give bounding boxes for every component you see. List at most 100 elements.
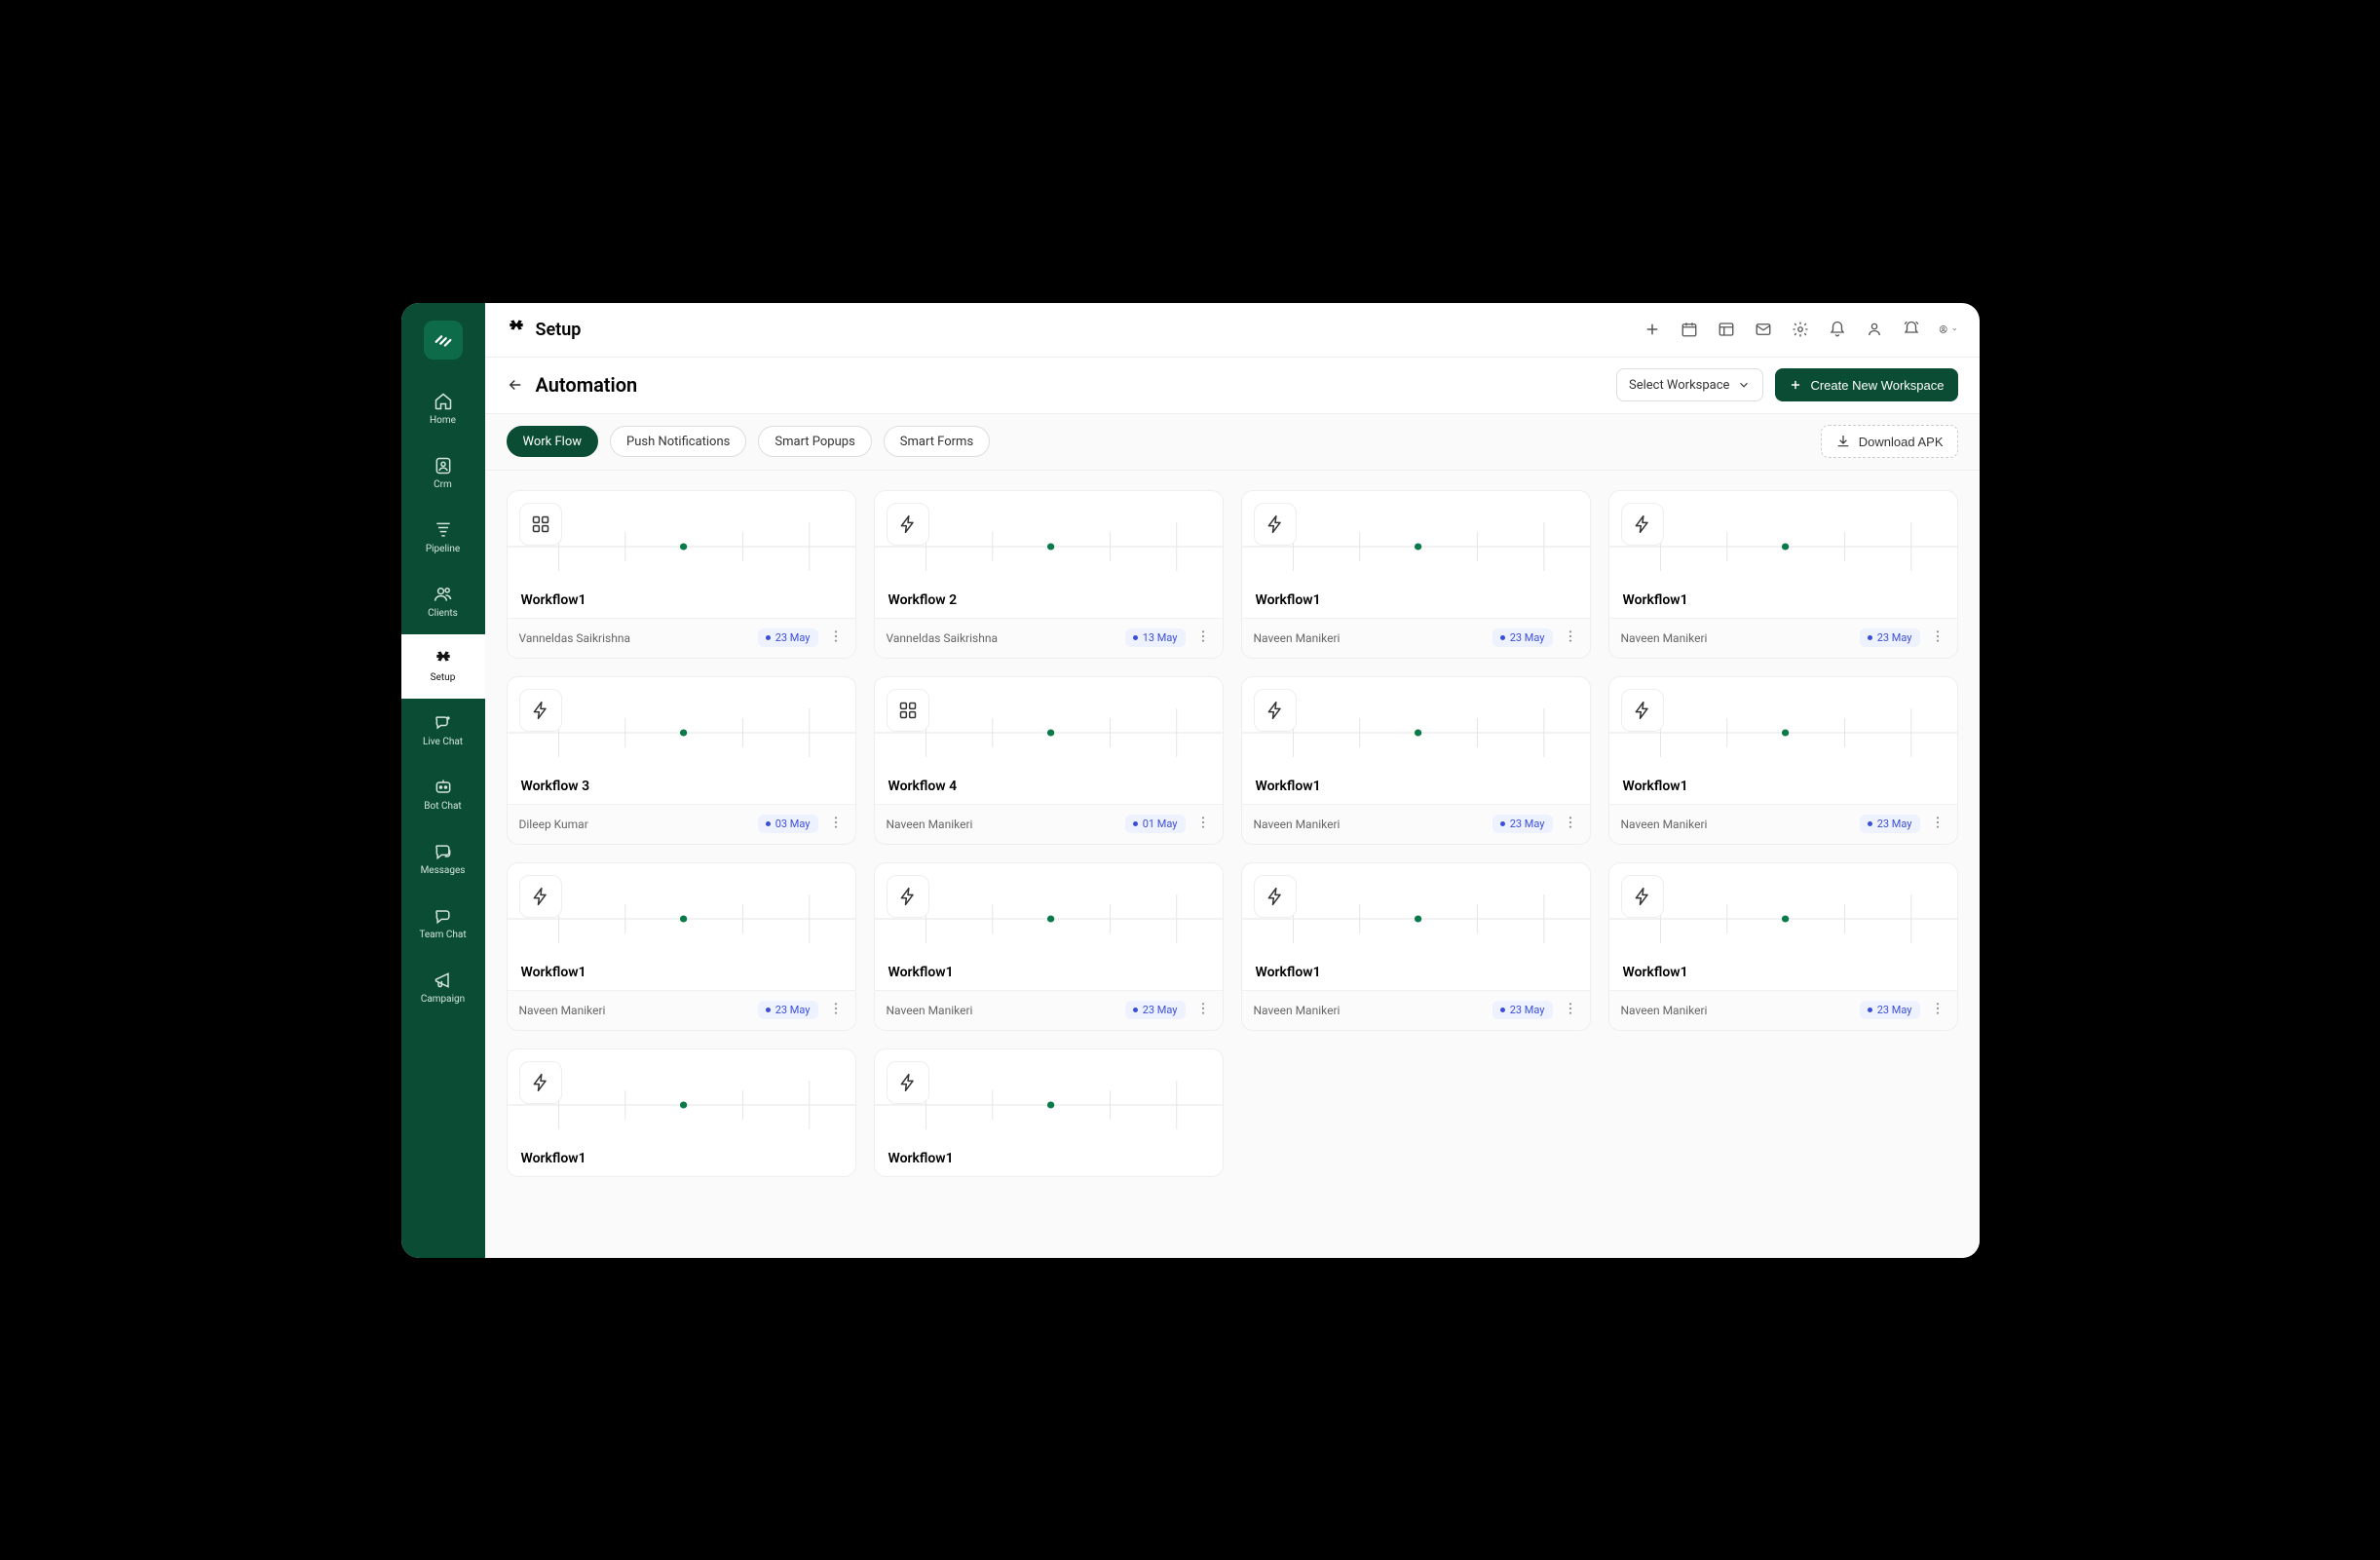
- bolt-icon: [887, 1061, 929, 1104]
- sidebar-label: Live Chat: [423, 737, 463, 747]
- create-workspace-button[interactable]: Create New Workspace: [1775, 368, 1957, 401]
- app-logo[interactable]: [424, 321, 463, 360]
- card-menu-button[interactable]: [1195, 628, 1211, 648]
- page-title: Setup: [536, 320, 582, 340]
- bell-icon[interactable]: [1828, 320, 1847, 339]
- sidebar-item-teamchat[interactable]: Team Chat: [401, 892, 485, 956]
- workflow-card[interactable]: Workflow1: [874, 1048, 1224, 1177]
- sidebar-item-crm[interactable]: Crm: [401, 441, 485, 506]
- sidebar-item-campaign[interactable]: Campaign: [401, 956, 485, 1020]
- select-workspace[interactable]: Select Workspace: [1616, 368, 1763, 401]
- card-preview: [508, 677, 855, 779]
- card-footer: Naveen Manikeri 23 May: [1242, 618, 1590, 658]
- card-menu-button[interactable]: [828, 1001, 844, 1020]
- workflow-card[interactable]: Workflow1Naveen Manikeri23 May: [1608, 490, 1958, 659]
- card-menu-button[interactable]: [1195, 1001, 1211, 1020]
- workflow-card[interactable]: Workflow 4Naveen Manikeri01 May: [874, 676, 1224, 845]
- card-preview: [1609, 863, 1957, 965]
- card-footer: Naveen Manikeri23 May: [1242, 804, 1590, 844]
- plus-icon[interactable]: [1643, 320, 1662, 339]
- workflow-card[interactable]: Workflow1Naveen Manikeri23 May: [1608, 676, 1958, 845]
- sidebar-item-clients[interactable]: Clients: [401, 570, 485, 634]
- workflow-card[interactable]: Workflow1Naveen Manikeri23 May: [874, 862, 1224, 1031]
- card-author: Dileep Kumar: [519, 818, 588, 831]
- main: Setup Automa: [485, 303, 1980, 1258]
- card-preview: [1609, 491, 1957, 592]
- workflow-card[interactable]: Workflow1Naveen Manikeri23 May: [507, 862, 856, 1031]
- card-menu-button[interactable]: [1563, 1001, 1578, 1020]
- sidebar-item-pipeline[interactable]: Pipeline: [401, 506, 485, 570]
- card-author: Vanneldas Saikrishna: [887, 631, 999, 645]
- card-title: Workflow1: [508, 965, 855, 990]
- workflow-card[interactable]: Workflow1Naveen Manikeri23 May: [1241, 862, 1591, 1031]
- card-title: Workflow 2: [875, 592, 1223, 618]
- avatar[interactable]: [1939, 320, 1958, 339]
- mail-icon[interactable]: [1754, 320, 1773, 339]
- tab-workflow[interactable]: Work Flow: [507, 426, 599, 457]
- card-preview: [875, 863, 1223, 965]
- download-apk-button[interactable]: Download APK: [1821, 425, 1958, 458]
- plus-icon: [1789, 378, 1802, 392]
- bolt-icon: [887, 503, 929, 546]
- workflow-card[interactable]: Workflow 3Dileep Kumar03 May: [507, 676, 856, 845]
- subheader: Automation Select Workspace Create New W…: [485, 358, 1980, 414]
- card-menu-button[interactable]: [1930, 628, 1946, 648]
- card-menu-button[interactable]: [828, 815, 844, 834]
- date-badge: 23 May: [1492, 1001, 1553, 1019]
- tab-smart-popups[interactable]: Smart Popups: [758, 426, 871, 457]
- card-menu-button[interactable]: [828, 628, 844, 648]
- sidebar-item-setup[interactable]: Setup: [401, 634, 485, 699]
- tabs: Work Flow Push Notifications Smart Popup…: [507, 426, 991, 457]
- workflow-card[interactable]: Workflow 2 Vanneldas Saikrishna 13 May: [874, 490, 1224, 659]
- card-menu-button[interactable]: [1563, 628, 1578, 648]
- date-badge: 13 May: [1125, 628, 1186, 647]
- card-author: Naveen Manikeri: [1621, 1004, 1708, 1017]
- back-button[interactable]: [507, 376, 524, 394]
- workflow-card[interactable]: Workflow1Naveen Manikeri23 May: [1241, 676, 1591, 845]
- calendar-icon[interactable]: [1680, 320, 1699, 339]
- card-menu-button[interactable]: [1195, 815, 1211, 834]
- section-title: Automation: [536, 373, 638, 397]
- date-badge: 23 May: [1492, 628, 1553, 647]
- card-footer: Naveen Manikeri23 May: [1609, 804, 1957, 844]
- sidebar-label: Pipeline: [426, 544, 460, 554]
- grid-icon: [519, 503, 562, 546]
- chevron-down-icon: [1737, 378, 1751, 392]
- gear-icon[interactable]: [1791, 320, 1810, 339]
- sidebar-item-livechat[interactable]: Live Chat: [401, 699, 485, 763]
- button-label: Download APK: [1859, 435, 1944, 449]
- card-menu-button[interactable]: [1563, 815, 1578, 834]
- card-footer: Vanneldas Saikrishna23 May: [508, 618, 855, 658]
- sidebar-item-home[interactable]: Home: [401, 377, 485, 441]
- card-author: Naveen Manikeri: [1254, 631, 1341, 645]
- card-preview: [875, 677, 1223, 779]
- date-badge: 23 May: [1860, 628, 1920, 647]
- tab-smart-forms[interactable]: Smart Forms: [884, 426, 990, 457]
- date-badge: 23 May: [758, 628, 818, 647]
- workflow-card[interactable]: Workflow1: [507, 1048, 856, 1177]
- sidebar-item-messages[interactable]: Messages: [401, 827, 485, 892]
- card-title: Workflow 3: [508, 779, 855, 804]
- card-title: Workflow 4: [875, 779, 1223, 804]
- card-preview: [508, 1049, 855, 1151]
- workflow-card[interactable]: Workflow1 Naveen Manikeri 23 May: [1241, 490, 1591, 659]
- users-icon[interactable]: [1865, 320, 1884, 339]
- card-footer: Naveen Manikeri23 May: [875, 990, 1223, 1030]
- card-title: Workflow1: [1242, 779, 1590, 804]
- card-menu-button[interactable]: [1930, 815, 1946, 834]
- workflow-card[interactable]: Workflow1Vanneldas Saikrishna23 May: [507, 490, 856, 659]
- bell-ring-icon[interactable]: [1902, 320, 1921, 339]
- sidebar-item-botchat[interactable]: Bot Chat: [401, 763, 485, 827]
- layout-icon[interactable]: [1717, 320, 1736, 339]
- card-menu-button[interactable]: [1930, 1001, 1946, 1020]
- workflow-card[interactable]: Workflow1Naveen Manikeri23 May: [1608, 862, 1958, 1031]
- card-title: Workflow1: [1242, 592, 1590, 618]
- card-footer: Naveen Manikeri23 May: [1609, 990, 1957, 1030]
- puzzle-icon: [507, 318, 526, 342]
- tab-push-notifications[interactable]: Push Notifications: [610, 426, 746, 457]
- bolt-icon: [1254, 689, 1297, 732]
- bolt-icon: [519, 1061, 562, 1104]
- card-preview: [508, 491, 855, 592]
- content: Workflow1Vanneldas Saikrishna23 MayWorkf…: [485, 471, 1980, 1258]
- sidebar-label: Setup: [431, 672, 456, 683]
